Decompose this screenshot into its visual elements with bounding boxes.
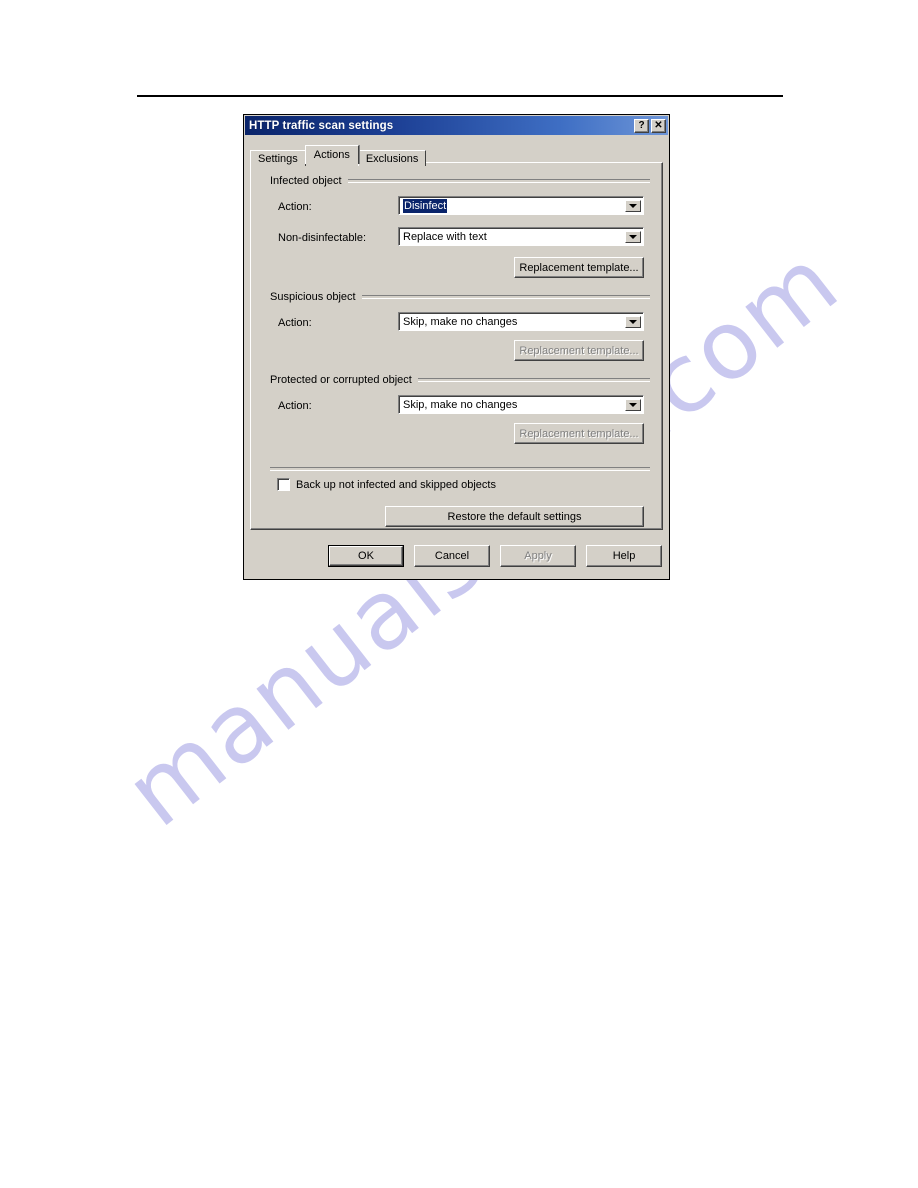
combo-suspicious-action-text: Skip, make no changes — [403, 316, 518, 328]
help-button[interactable]: Help — [586, 545, 662, 567]
http-traffic-scan-settings-dialog: HTTP traffic scan settings ? ✕ Settings … — [243, 114, 670, 580]
chevron-down-icon[interactable] — [625, 200, 641, 212]
combo-infected-action[interactable]: Disinfect — [398, 196, 644, 215]
group-rule — [361, 295, 650, 299]
group-label-infected-object: Infected object — [270, 175, 342, 187]
label-protected-action: Action: — [278, 400, 312, 412]
combo-protected-action-text: Skip, make no changes — [403, 399, 518, 411]
combo-non-disinfectable-text: Replace with text — [403, 231, 487, 243]
replacement-template-label: Replacement template... — [519, 427, 639, 440]
replacement-template-button-infected[interactable]: Replacement template... — [514, 257, 644, 278]
combo-infected-action-value: Disinfect — [403, 199, 448, 213]
chevron-down-icon[interactable] — [625, 399, 641, 411]
dialog-title: HTTP traffic scan settings — [249, 119, 394, 132]
label-suspicious-action: Action: — [278, 317, 312, 329]
group-header-suspicious-object: Suspicious object — [270, 291, 650, 303]
chevron-down-icon[interactable] — [625, 316, 641, 328]
combo-suspicious-action[interactable]: Skip, make no changes — [398, 312, 644, 331]
ok-button[interactable]: OK — [328, 545, 404, 567]
page-watermark: manualshive.com — [106, 226, 918, 980]
group-label-suspicious-object: Suspicious object — [270, 291, 356, 303]
tab-panel-actions: Infected object Action: Disinfect Non-di… — [250, 162, 663, 530]
restore-default-settings-button[interactable]: Restore the default settings — [385, 506, 644, 527]
tab-actions[interactable]: Actions — [304, 145, 359, 164]
group-rule — [347, 179, 650, 183]
replacement-template-label: Replacement template... — [519, 344, 639, 357]
tab-strip: Settings Actions Exclusions — [250, 145, 427, 166]
combo-protected-action[interactable]: Skip, make no changes — [398, 395, 644, 414]
apply-button-label: Apply — [524, 550, 552, 562]
group-header-infected-object: Infected object — [270, 175, 650, 187]
backup-objects-checkbox-row[interactable]: Back up not infected and skipped objects — [277, 478, 496, 491]
tab-settings[interactable]: Settings — [250, 150, 306, 166]
cancel-button-label: Cancel — [434, 550, 470, 562]
replacement-template-label: Replacement template... — [519, 261, 639, 274]
help-icon[interactable]: ? — [634, 118, 649, 133]
apply-button: Apply — [500, 545, 576, 567]
label-infected-action: Action: — [278, 201, 312, 213]
group-rule — [417, 378, 650, 382]
tab-exclusions[interactable]: Exclusions — [357, 150, 427, 166]
backup-objects-checkbox[interactable] — [277, 478, 290, 491]
group-label-protected-object: Protected or corrupted object — [270, 374, 412, 386]
restore-default-settings-label: Restore the default settings — [447, 510, 582, 523]
chevron-down-icon[interactable] — [625, 231, 641, 243]
cancel-button[interactable]: Cancel — [414, 545, 490, 567]
backup-objects-label: Back up not infected and skipped objects — [296, 478, 496, 491]
dialog-titlebar[interactable]: HTTP traffic scan settings ? ✕ — [245, 116, 668, 135]
page-header-rule — [137, 95, 783, 97]
replacement-template-button-protected: Replacement template... — [514, 423, 644, 444]
group-header-protected-object: Protected or corrupted object — [270, 374, 650, 386]
label-non-disinfectable: Non-disinfectable: — [278, 232, 367, 244]
replacement-template-button-suspicious: Replacement template... — [514, 340, 644, 361]
close-icon[interactable]: ✕ — [651, 118, 666, 133]
ok-button-label: OK — [358, 550, 374, 562]
combo-non-disinfectable[interactable]: Replace with text — [398, 227, 644, 246]
section-separator-rule — [270, 467, 650, 471]
dialog-button-bar: OK Cancel Apply Help — [250, 539, 663, 573]
help-button-label: Help — [612, 550, 636, 562]
combo-infected-action-text: Disinfect — [400, 198, 625, 214]
